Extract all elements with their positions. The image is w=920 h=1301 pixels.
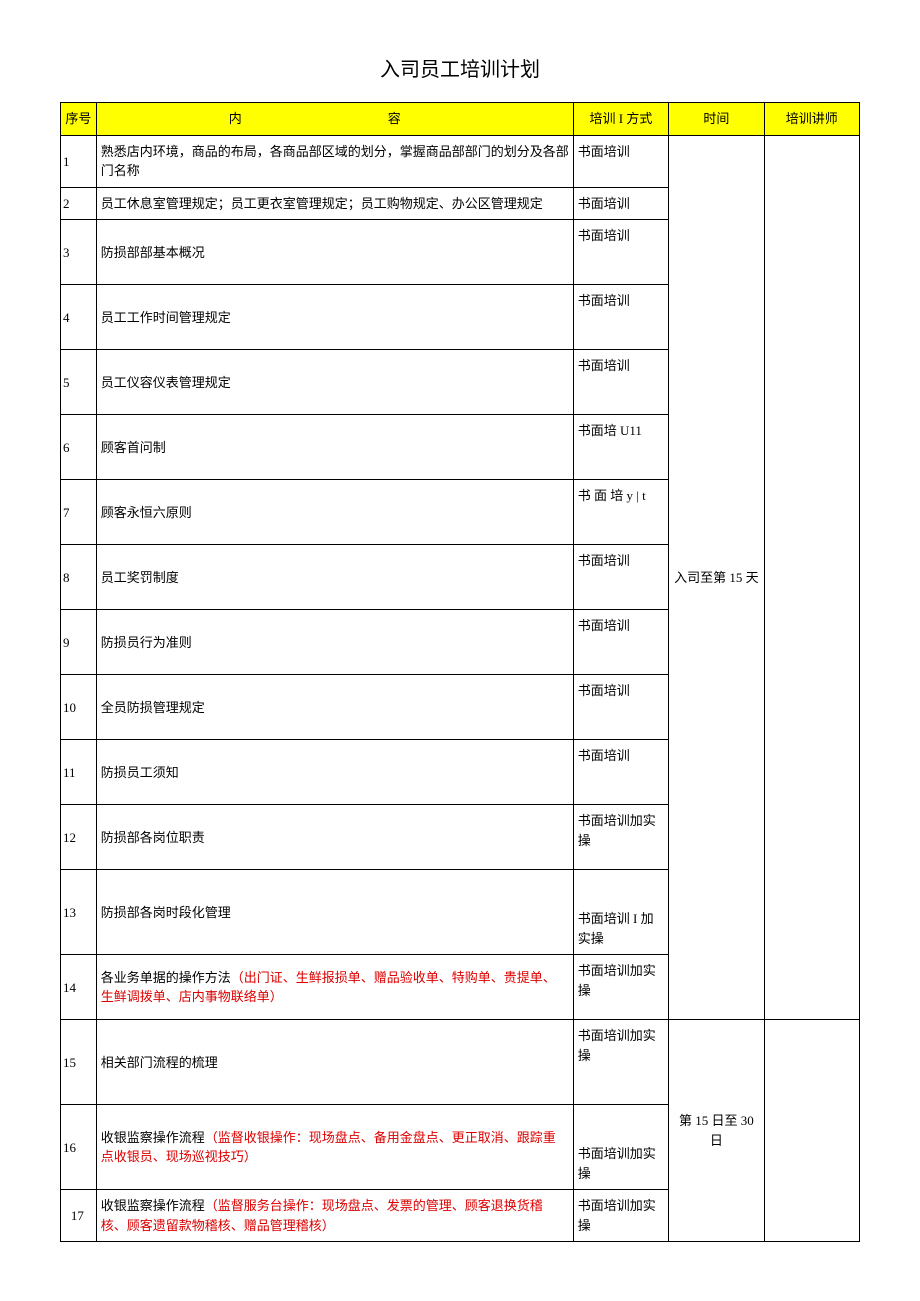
time-block-2: 第 15 日至 30 日 <box>669 1020 764 1242</box>
header-content: 内 容 <box>96 103 573 136</box>
row-num: 10 <box>61 675 97 740</box>
row-content: 顾客永恒六原则 <box>96 480 573 545</box>
table-row: 15 相关部门流程的梳理 书面培训加实操 第 15 日至 30 日 <box>61 1020 860 1105</box>
row-num: 14 <box>61 955 97 1020</box>
row-method: 书面培训 <box>573 187 668 220</box>
row-method: 书面培训加实操 <box>573 805 668 870</box>
row-num: 8 <box>61 545 97 610</box>
row-content: 防损部各岗时段化管理 <box>96 870 573 955</box>
row-num: 9 <box>61 610 97 675</box>
row-num: 6 <box>61 415 97 480</box>
row-content: 熟悉店内环境，商品的布局，各商品部区域的划分，掌握商品部部门的划分及各部门名称 <box>96 135 573 187</box>
row-content: 防损员行为准则 <box>96 610 573 675</box>
row-method: 书面培训 <box>573 350 668 415</box>
header-num: 序号 <box>61 103 97 136</box>
row-method: 书面培训 <box>573 545 668 610</box>
row-num: 3 <box>61 220 97 285</box>
row-content-main: 收银监察操作流程 <box>101 1198 205 1213</box>
page-title: 入司员工培训计划 <box>60 53 860 82</box>
row-method: 书 面 培 y | t <box>573 480 668 545</box>
header-instructor: 培训讲师 <box>764 103 859 136</box>
row-content-main: 收银监察操作流程 <box>101 1130 205 1145</box>
row-content: 员工仪容仪表管理规定 <box>96 350 573 415</box>
instructor-block-2 <box>764 1020 859 1242</box>
row-method: 书面培 U11 <box>573 415 668 480</box>
row-method: 书面培训加实操 <box>573 1190 668 1242</box>
row-num: 12 <box>61 805 97 870</box>
row-method: 书面培训 I 加实操 <box>573 870 668 955</box>
row-num: 15 <box>61 1020 97 1105</box>
training-plan-table: 序号 内 容 培训 I 方式 时间 培训讲师 1 熟悉店内环境，商品的布局，各商… <box>60 102 860 1242</box>
row-num: 2 <box>61 187 97 220</box>
row-method: 书面培训加实操 <box>573 1105 668 1190</box>
row-content: 防损部各岗位职责 <box>96 805 573 870</box>
row-num: 5 <box>61 350 97 415</box>
header-time: 时间 <box>669 103 764 136</box>
header-method: 培训 I 方式 <box>573 103 668 136</box>
row-method: 书面培训加实操 <box>573 1020 668 1105</box>
row-content-main: 各业务单据的操作方法 <box>101 970 231 985</box>
row-content: 相关部门流程的梳理 <box>96 1020 573 1105</box>
row-content: 防损员工须知 <box>96 740 573 805</box>
row-method: 书面培训 <box>573 220 668 285</box>
row-content: 各业务单据的操作方法（出门证、生鲜报损单、赠品验收单、特购单、贵提单、生鲜调拨单… <box>96 955 573 1020</box>
row-method: 书面培训 <box>573 610 668 675</box>
row-method: 书面培训加实操 <box>573 955 668 1020</box>
instructor-block-1 <box>764 135 859 1020</box>
row-num: 16 <box>61 1105 97 1190</box>
header-row: 序号 内 容 培训 I 方式 时间 培训讲师 <box>61 103 860 136</box>
time-block-1: 入司至第 15 天 <box>669 135 764 1020</box>
row-content: 收银监察操作流程（监督服务台操作：现场盘点、发票的管理、顾客退换货稽核、顾客遗留… <box>96 1190 573 1242</box>
row-content: 员工奖罚制度 <box>96 545 573 610</box>
row-num: 7 <box>61 480 97 545</box>
row-content: 员工休息室管理规定；员工更衣室管理规定；员工购物规定、办公区管理规定 <box>96 187 573 220</box>
row-content: 防损部部基本概况 <box>96 220 573 285</box>
row-content: 员工工作时间管理规定 <box>96 285 573 350</box>
row-method: 书面培训 <box>573 135 668 187</box>
row-method: 书面培训 <box>573 675 668 740</box>
row-num: 13 <box>61 870 97 955</box>
row-content: 收银监察操作流程（监督收银操作：现场盘点、备用金盘点、更正取消、跟踪重点收银员、… <box>96 1105 573 1190</box>
row-num: 1 <box>61 135 97 187</box>
row-num: 4 <box>61 285 97 350</box>
row-num: 11 <box>61 740 97 805</box>
row-method: 书面培训 <box>573 740 668 805</box>
row-method: 书面培训 <box>573 285 668 350</box>
row-num: 17 <box>61 1190 97 1242</box>
row-content: 顾客首问制 <box>96 415 573 480</box>
table-row: 1 熟悉店内环境，商品的布局，各商品部区域的划分，掌握商品部部门的划分及各部门名… <box>61 135 860 187</box>
row-content: 全员防损管理规定 <box>96 675 573 740</box>
